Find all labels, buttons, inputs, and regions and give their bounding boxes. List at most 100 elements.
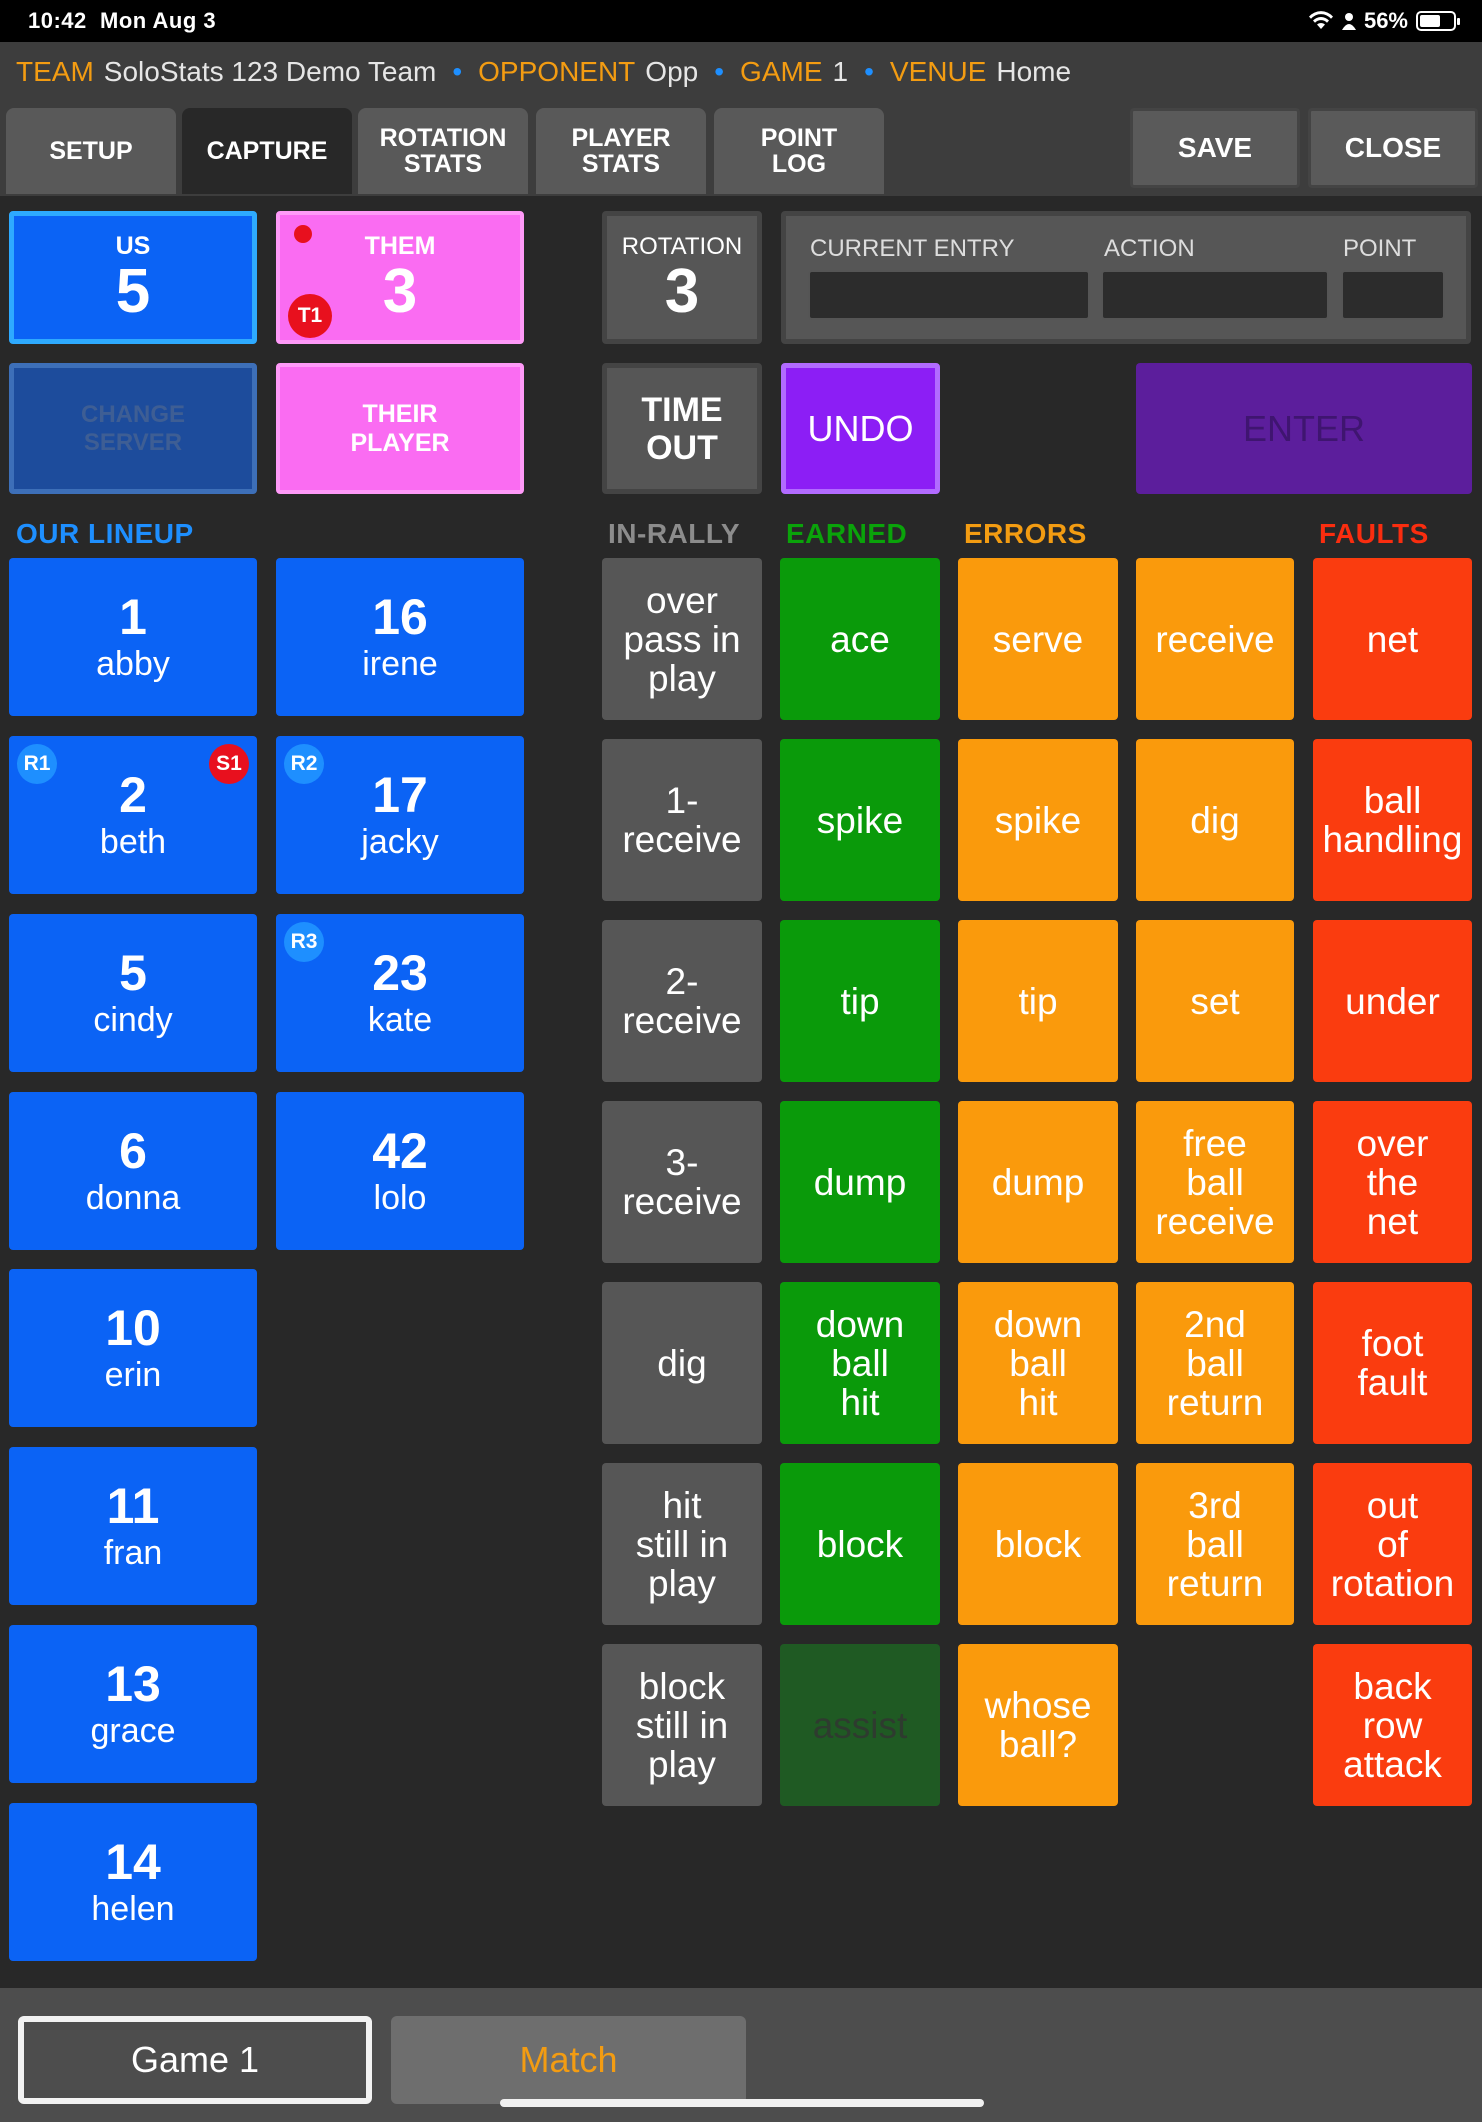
action-label: down ball hit (815, 1303, 905, 1423)
action-label: spike (816, 799, 904, 841)
save-button[interactable]: SAVE (1130, 108, 1300, 188)
earned-spike-button[interactable]: spike (780, 739, 940, 901)
player-name: kate (367, 1001, 433, 1039)
enter-button[interactable]: ENTER (1136, 363, 1472, 494)
serving-indicator (294, 225, 312, 243)
tab-rotation-stats[interactable]: ROTATION STATS (358, 108, 528, 194)
game-tab[interactable]: Game 1 (18, 2016, 372, 2104)
game-number: 1 (832, 56, 849, 87)
us-score-button[interactable]: US 5 (9, 211, 257, 344)
action-label: serve (992, 618, 1084, 660)
error-tip-button[interactable]: tip (958, 920, 1118, 1082)
player-button[interactable]: 10 erin (9, 1269, 257, 1427)
action-label: dig (657, 1342, 707, 1384)
earned-down-ball-hit-button[interactable]: down ball hit (780, 1282, 940, 1444)
fault-over-the-net-button[interactable]: over the net (1313, 1101, 1472, 1263)
errors-label: ERRORS (964, 518, 1087, 549)
time-out-button[interactable]: TIME OUT (602, 363, 762, 494)
point-field (1341, 270, 1445, 320)
in-rally-dig-button[interactable]: dig (602, 1282, 762, 1444)
error-3rd-ball-return-button[interactable]: 3rd ball return (1136, 1463, 1294, 1625)
opponent-name: Opp (645, 56, 699, 87)
player-button[interactable]: R3 23 kate (276, 914, 524, 1072)
player-button[interactable]: 14 helen (9, 1803, 257, 1961)
tab-point-log[interactable]: POINT LOG (714, 108, 884, 194)
player-button[interactable]: 11 fran (9, 1447, 257, 1605)
error-down-ball-hit-button[interactable]: down ball hit (958, 1282, 1118, 1444)
battery-icon (1416, 11, 1460, 31)
action-label: set (1190, 980, 1240, 1022)
error-dig-button[interactable]: dig (1136, 739, 1294, 901)
match-info: TEAM SoloStats 123 Demo Team • OPPONENT … (16, 56, 1071, 88)
team-label: TEAM (16, 56, 94, 87)
player-button[interactable]: R2 17 jacky (276, 736, 524, 894)
fault-net-button[interactable]: net (1313, 558, 1472, 720)
undo-button[interactable]: UNDO (781, 363, 940, 494)
separator-dot: • (714, 56, 725, 87)
earned-tip-button[interactable]: tip (780, 920, 940, 1082)
in-rally-block-button[interactable]: block still in play (602, 1644, 762, 1806)
player-button[interactable]: 13 grace (9, 1625, 257, 1783)
action-label: dump (813, 1161, 907, 1203)
in-rally-hit-button[interactable]: hit still in play (602, 1463, 762, 1625)
error-receive-button[interactable]: receive (1136, 558, 1294, 720)
tab-setup[interactable]: SETUP (6, 108, 176, 194)
error-spike-button[interactable]: spike (958, 739, 1118, 901)
player-button[interactable]: 6 donna (9, 1092, 257, 1250)
error-2nd-ball-return-button[interactable]: 2nd ball return (1136, 1282, 1294, 1444)
player-name: jacky (361, 823, 439, 861)
player-number: 2 (119, 767, 147, 823)
match-tab[interactable]: Match (391, 2016, 746, 2104)
player-button[interactable]: 5 cindy (9, 914, 257, 1072)
point-label: POINT (1343, 235, 1417, 262)
player-name: grace (90, 1712, 176, 1750)
fault-under-button[interactable]: under (1313, 920, 1472, 1082)
earned-ace-button[interactable]: ace (780, 558, 940, 720)
them-score-button[interactable]: THEM 3 T1 (276, 211, 524, 344)
earned-dump-button[interactable]: dump (780, 1101, 940, 1263)
player-button[interactable]: R1 S1 2 beth (9, 736, 257, 894)
error-block-button[interactable]: block (958, 1463, 1118, 1625)
tab-player-stats[interactable]: PLAYER STATS (536, 108, 706, 194)
rotation-badge: R3 (284, 922, 324, 962)
fault-back-row-attack-button[interactable]: back row attack (1313, 1644, 1472, 1806)
their-player-button[interactable]: THEIR PLAYER (276, 363, 524, 494)
earned-assist-button[interactable]: assist (780, 1644, 940, 1806)
team-name: SoloStats 123 Demo Team (103, 56, 437, 87)
earned-label: EARNED (786, 518, 908, 549)
close-button[interactable]: CLOSE (1308, 108, 1478, 188)
error-dump-button[interactable]: dump (958, 1101, 1118, 1263)
action-label: receive (1155, 618, 1275, 660)
error-free-ball-receive-button[interactable]: free ball receive (1136, 1101, 1294, 1263)
us-score: 5 (115, 256, 151, 326)
player-number: 16 (372, 589, 428, 645)
tab-capture[interactable]: CAPTURE (182, 108, 352, 194)
separator-dot: • (864, 56, 874, 87)
in-rally-over-pass-button[interactable]: over pass in play (602, 558, 762, 720)
player-number: 5 (119, 945, 147, 1001)
fault-out-of-rotation-button[interactable]: out of rotation (1313, 1463, 1472, 1625)
action-label: assist (812, 1704, 908, 1746)
fault-foot-fault-button[interactable]: foot fault (1313, 1282, 1472, 1444)
error-whose-ball-button[interactable]: whose ball? (958, 1644, 1118, 1806)
action-label: tip (1018, 980, 1058, 1022)
earned-block-button[interactable]: block (780, 1463, 940, 1625)
player-button[interactable]: 1 abby (9, 558, 257, 716)
in-rally-1-receive-button[interactable]: 1- receive (602, 739, 762, 901)
player-button[interactable]: 42 lolo (276, 1092, 524, 1250)
wifi-icon (1308, 11, 1333, 29)
error-set-button[interactable]: set (1136, 920, 1294, 1082)
game-label: GAME (740, 56, 823, 87)
in-rally-2-receive-button[interactable]: 2- receive (602, 920, 762, 1082)
change-server-button[interactable]: CHANGE SERVER (9, 363, 257, 494)
player-number: 14 (105, 1834, 161, 1890)
player-name: beth (99, 823, 167, 861)
status-time: 10:42 (28, 8, 87, 33)
action-label: back row attack (1343, 1665, 1442, 1785)
error-serve-button[interactable]: serve (958, 558, 1118, 720)
player-button[interactable]: 16 irene (276, 558, 524, 716)
in-rally-3-receive-button[interactable]: 3- receive (602, 1101, 762, 1263)
fault-ball-handling-button[interactable]: ball handling (1313, 739, 1472, 901)
player-number: 10 (105, 1300, 161, 1356)
action-label: out of rotation (1330, 1484, 1455, 1604)
